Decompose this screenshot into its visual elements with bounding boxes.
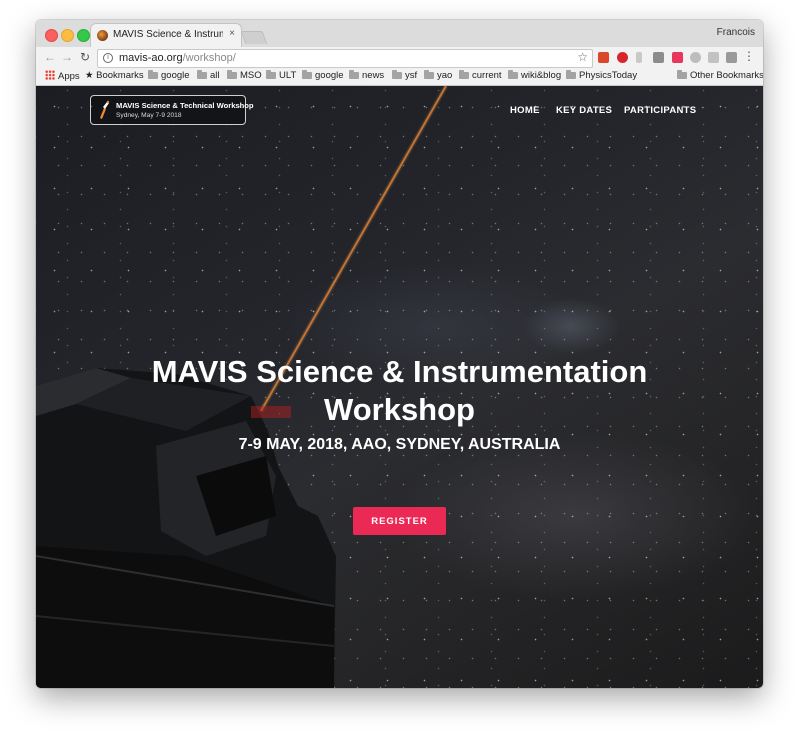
- bookmark-folder[interactable]: google: [302, 70, 344, 81]
- telescope-logo-icon: [100, 100, 110, 119]
- extension-card-icon[interactable]: [653, 52, 664, 63]
- register-button[interactable]: REGISTER: [353, 507, 446, 535]
- extension-red-icon[interactable]: [598, 52, 609, 63]
- info-icon[interactable]: i: [103, 53, 113, 63]
- bookmark-folder[interactable]: current: [459, 70, 502, 81]
- extension-cloud-icon[interactable]: [708, 52, 719, 63]
- address-bar[interactable]: i mavis-ao.org/workshop/ ☆: [97, 49, 593, 68]
- bookmark-bookmarks[interactable]: ★ Bookmarks: [85, 70, 144, 81]
- browser-tab[interactable]: MAVIS Science & Instrumentati ×: [91, 24, 241, 47]
- extension-gray-icon[interactable]: [636, 52, 642, 63]
- title-line-1: MAVIS Science & Instrumentation: [151, 354, 648, 389]
- browser-toolbar: ← → ↻ i mavis-ao.org/workshop/ ☆ ⋮: [36, 47, 763, 68]
- folder-icon: [424, 70, 434, 79]
- zoom-window-button[interactable]: [77, 29, 90, 42]
- folder-icon: [392, 70, 402, 79]
- nav-participants[interactable]: PARTICIPANTS: [624, 105, 696, 116]
- favicon-icon: [97, 30, 108, 41]
- site-logo[interactable]: MAVIS Science & Technical Workshop Sydne…: [90, 95, 254, 125]
- bookmark-folder[interactable]: PhysicsToday: [566, 70, 637, 81]
- adblock-icon[interactable]: [617, 52, 628, 63]
- hero-section: MAVIS Science & Technical Workshop Sydne…: [36, 86, 763, 688]
- event-date-location: 7-9 MAY, 2018, AAO, SYDNEY, AUSTRALIA: [238, 436, 561, 453]
- bookmark-folder[interactable]: all: [197, 70, 220, 81]
- bookmarks-bar: Apps ★ Bookmarks google all MSO ULT goog…: [36, 68, 763, 86]
- bookmark-folder[interactable]: wiki&blog: [508, 70, 561, 81]
- folder-icon: [459, 70, 469, 79]
- bookmark-apps[interactable]: Apps: [45, 70, 80, 82]
- bookmark-star-icon[interactable]: ☆: [577, 50, 588, 64]
- browser-menu-icon[interactable]: ⋮: [743, 49, 755, 63]
- bookmark-folder[interactable]: yao: [424, 70, 452, 81]
- forward-arrow-icon[interactable]: →: [61, 50, 73, 64]
- other-bookmarks[interactable]: Other Bookmarks: [677, 70, 763, 81]
- extension-eye-icon[interactable]: [690, 52, 701, 63]
- extension-box-icon[interactable]: [726, 52, 737, 63]
- url-path: /workshop/: [182, 52, 236, 64]
- nav-home[interactable]: HOME: [510, 105, 540, 116]
- bookmark-folder[interactable]: ysf: [392, 70, 417, 81]
- title-bar: MAVIS Science & Instrumentati × Francois: [36, 20, 763, 47]
- tab-title: MAVIS Science & Instrumentati: [113, 29, 223, 40]
- folder-icon: [508, 70, 518, 79]
- tab-close-icon[interactable]: ×: [229, 28, 235, 39]
- bookmark-folder[interactable]: google: [148, 70, 190, 81]
- close-window-button[interactable]: [45, 29, 58, 42]
- folder-icon: [266, 70, 276, 79]
- logo-title: MAVIS Science & Technical Workshop: [116, 101, 254, 110]
- star-icon: ★: [85, 70, 97, 81]
- apps-grid-icon: [45, 70, 55, 80]
- folder-icon: [302, 70, 312, 79]
- folder-icon: [148, 70, 158, 79]
- extension-pink-icon[interactable]: [672, 52, 683, 63]
- bookmark-folder[interactable]: MSO: [227, 70, 262, 81]
- bookmark-folder[interactable]: news: [349, 70, 384, 81]
- profile-name[interactable]: Francois: [717, 27, 755, 38]
- page-title: MAVIS Science & Instrumentation Workshop: [36, 353, 763, 429]
- minimize-window-button[interactable]: [61, 29, 74, 42]
- new-tab-button[interactable]: [240, 31, 268, 44]
- browser-window: MAVIS Science & Instrumentati × Francois…: [36, 20, 763, 688]
- folder-icon: [566, 70, 576, 79]
- folder-icon: [349, 70, 359, 79]
- url-domain: mavis-ao.org: [119, 52, 183, 64]
- back-arrow-icon[interactable]: ←: [44, 50, 56, 64]
- nav-key-dates[interactable]: KEY DATES: [556, 105, 612, 116]
- title-line-2: Workshop: [324, 392, 475, 427]
- logo-subtitle: Sydney, May 7-9 2018: [116, 112, 182, 119]
- bookmark-folder[interactable]: ULT: [266, 70, 296, 81]
- folder-icon: [227, 70, 237, 79]
- folder-icon: [677, 70, 687, 79]
- reload-icon[interactable]: ↻: [80, 50, 90, 64]
- folder-icon: [197, 70, 207, 79]
- url-text[interactable]: mavis-ao.org/workshop/: [119, 52, 236, 64]
